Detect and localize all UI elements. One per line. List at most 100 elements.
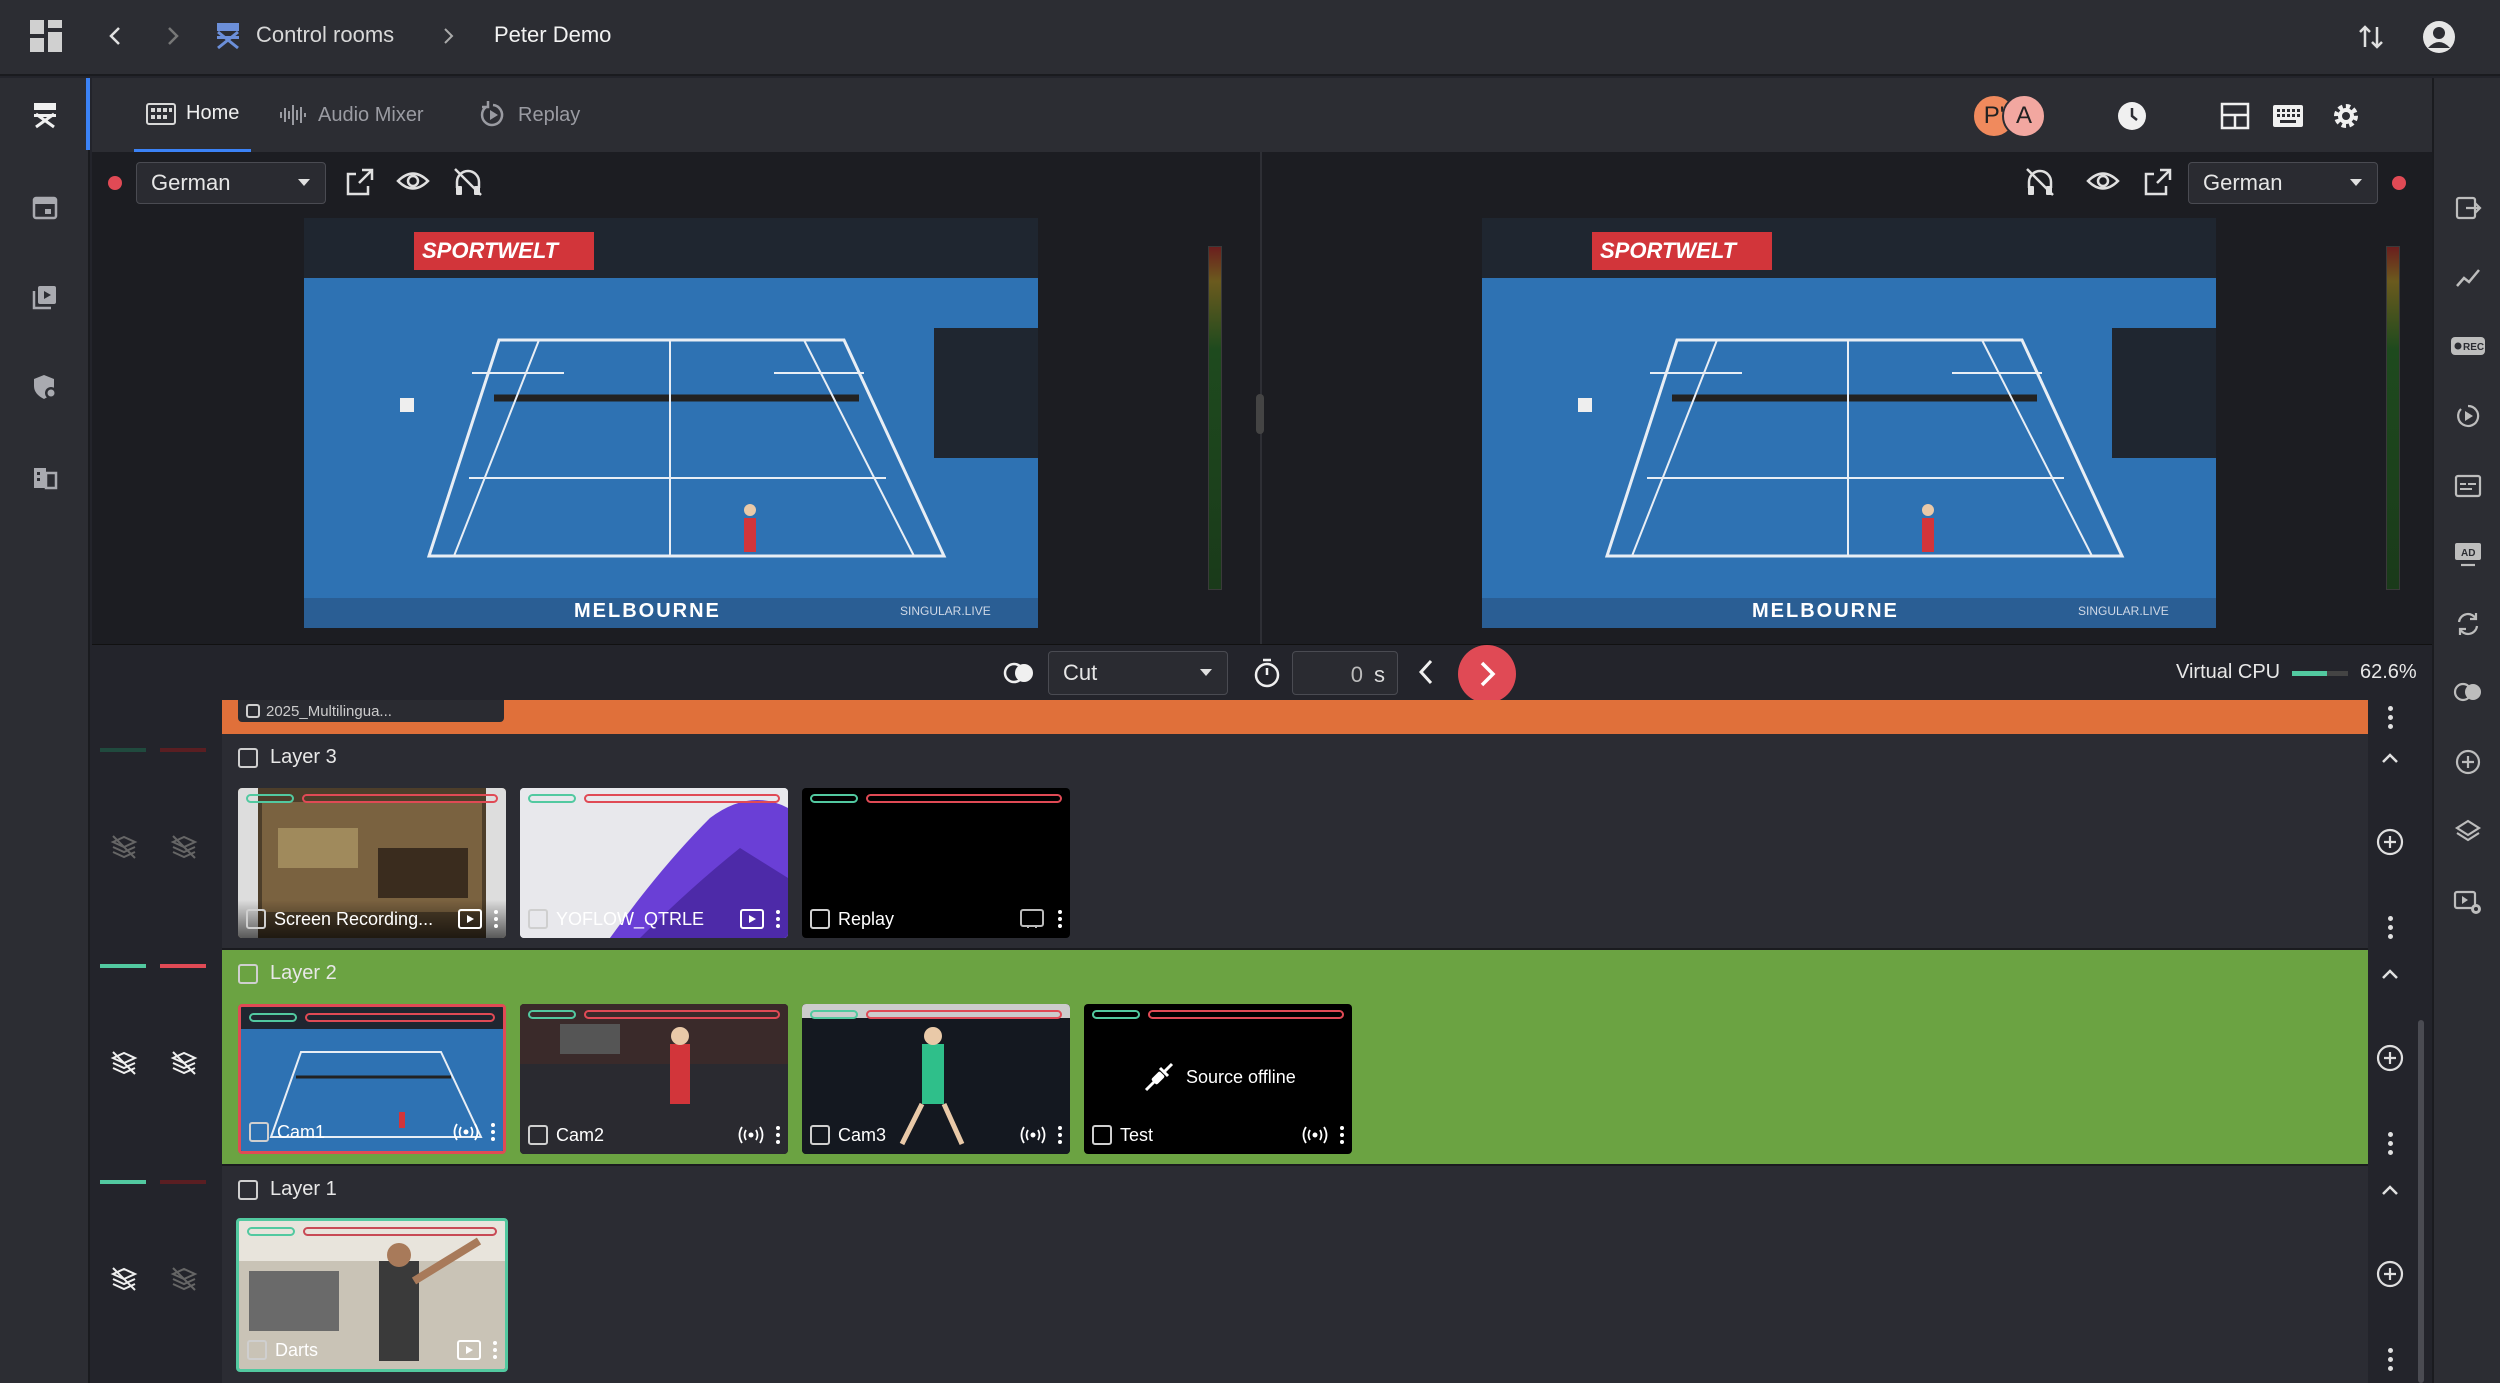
app-logo-icon[interactable] <box>28 18 64 54</box>
tab-audio-mixer[interactable]: Audio Mixer <box>278 78 424 152</box>
sync-icon[interactable] <box>2448 604 2488 644</box>
layer-3-meter-green <box>100 748 146 752</box>
layer-1-preview-mute-icon[interactable] <box>110 1266 138 1292</box>
clock-icon[interactable] <box>2116 100 2148 132</box>
source-card[interactable]: Cam1 <box>238 1004 506 1154</box>
left-language-select[interactable]: German <box>136 162 326 204</box>
layout-icon[interactable] <box>2220 102 2250 130</box>
source-checkbox[interactable] <box>1092 1125 1112 1145</box>
forward-chevron-icon[interactable] <box>160 24 184 48</box>
source-card[interactable]: Screen Recording... <box>238 788 506 938</box>
sort-arrows-icon[interactable] <box>2354 20 2388 54</box>
eye-icon-right[interactable] <box>2086 168 2120 194</box>
captions-icon[interactable] <box>2448 466 2488 506</box>
previous-chevron-icon[interactable] <box>1412 657 1442 687</box>
layer-3-program-mute-icon[interactable] <box>170 834 198 860</box>
analytics-chart-icon[interactable] <box>2448 258 2488 298</box>
source-checkbox[interactable] <box>528 1125 548 1145</box>
tab-home[interactable]: Home <box>134 78 252 152</box>
duration-input[interactable]: 0 s <box>1292 651 1398 695</box>
headphones-mute-icon-right[interactable] <box>2024 166 2056 198</box>
source-card[interactable]: Darts <box>236 1218 508 1372</box>
transition-icon[interactable] <box>2448 672 2488 712</box>
layer-3-name: Layer 3 <box>270 746 337 768</box>
account-icon[interactable] <box>2420 18 2458 56</box>
layer-3-collapse[interactable] <box>2368 740 2412 776</box>
avatar-a[interactable]: A <box>2002 94 2046 138</box>
nav-security-icon[interactable] <box>22 364 68 410</box>
top-layer-source[interactable]: 2025_Multilingua... <box>238 700 504 722</box>
source-card[interactable]: Source offline Test <box>1084 1004 1352 1154</box>
source-menu-icon[interactable] <box>491 1123 495 1141</box>
layer-2-add-source[interactable] <box>2368 1038 2412 1078</box>
layer-1-collapse[interactable] <box>2368 1172 2412 1208</box>
layer-3-preview-mute-icon[interactable] <box>110 834 138 860</box>
source-checkbox[interactable] <box>810 909 830 929</box>
layer-3-add-source[interactable] <box>2368 822 2412 862</box>
source-checkbox[interactable] <box>246 704 260 718</box>
source-checkbox[interactable] <box>528 909 548 929</box>
layer-2-collapse[interactable] <box>2368 956 2412 992</box>
tab-replay[interactable]: Replay <box>478 78 580 152</box>
eye-icon[interactable] <box>396 168 430 194</box>
layers-scrollbar[interactable] <box>2418 1020 2424 1383</box>
output-exit-icon[interactable] <box>2448 188 2488 228</box>
layer-3-checkbox[interactable] <box>238 747 258 768</box>
open-external-icon[interactable] <box>344 166 376 198</box>
source-offline-label: Source offline <box>1186 1066 1296 1087</box>
layer-2-meter-red <box>160 964 206 968</box>
video-settings-icon[interactable] <box>2448 882 2488 922</box>
source-checkbox[interactable] <box>246 909 266 929</box>
layer-3-menu[interactable] <box>2368 912 2412 942</box>
source-checkbox[interactable] <box>810 1125 830 1145</box>
right-language-select[interactable]: German <box>2188 162 2378 204</box>
layers-icon[interactable] <box>2448 812 2488 852</box>
nav-calendar-icon[interactable] <box>22 184 68 230</box>
source-card[interactable]: Cam2 <box>520 1004 788 1154</box>
source-checkbox[interactable] <box>247 1340 267 1360</box>
headphones-mute-icon[interactable] <box>452 166 484 198</box>
settings-gear-icon[interactable] <box>2330 100 2362 132</box>
transition-value: Cut <box>1063 660 1098 685</box>
transition-select[interactable]: Cut <box>1048 651 1228 695</box>
source-menu-icon[interactable] <box>776 910 780 928</box>
record-icon[interactable]: REC <box>2448 326 2488 366</box>
source-card[interactable]: YOFLOW_QTRLE <box>520 788 788 938</box>
open-external-icon-right[interactable] <box>2142 166 2174 198</box>
source-card[interactable]: Replay <box>802 788 1070 938</box>
source-card-footer: YOFLOW_QTRLE <box>520 900 788 938</box>
preview-video[interactable]: MELBOURNE SPORTWELT SINGULAR.LIVE <box>304 218 1038 628</box>
transition-type-icon <box>1002 661 1036 685</box>
layer-1-program-mute-icon[interactable] <box>170 1266 198 1292</box>
source-label: Cam1 <box>277 1121 326 1142</box>
replay-control-icon[interactable] <box>2448 396 2488 436</box>
take-transition-button[interactable] <box>1458 645 1516 703</box>
source-menu-icon[interactable] <box>1340 1126 1344 1144</box>
layer-4-menu[interactable] <box>2368 700 2412 734</box>
keyboard-icon[interactable] <box>2272 104 2304 128</box>
back-chevron-icon[interactable] <box>104 24 128 48</box>
layer-2-menu[interactable] <box>2368 1128 2412 1158</box>
layer-1-name: Layer 1 <box>270 1178 337 1200</box>
layer-2-preview-mute-icon[interactable] <box>110 1050 138 1076</box>
ad-insert-icon[interactable]: AD <box>2448 534 2488 574</box>
layer-1-menu[interactable] <box>2368 1344 2412 1374</box>
program-video[interactable]: MELBOURNE SPORTWELT SINGULAR.LIVE <box>1482 218 2216 628</box>
layer-2-checkbox[interactable] <box>238 963 258 984</box>
split-handle[interactable] <box>1256 394 1264 434</box>
add-circle-icon[interactable] <box>2448 742 2488 782</box>
layer-2-program-mute-icon[interactable] <box>170 1050 198 1076</box>
source-menu-icon[interactable] <box>1058 1126 1062 1144</box>
nav-organization-icon[interactable] <box>22 454 68 500</box>
layer-1-checkbox[interactable] <box>238 1179 258 1200</box>
source-menu-icon[interactable] <box>776 1126 780 1144</box>
layer-1-add-source[interactable] <box>2368 1254 2412 1294</box>
source-menu-icon[interactable] <box>1058 910 1062 928</box>
nav-media-library-icon[interactable] <box>22 274 68 320</box>
source-card[interactable]: Cam3 <box>802 1004 1070 1154</box>
breadcrumb-control-rooms[interactable]: Control rooms <box>256 22 394 48</box>
source-checkbox[interactable] <box>249 1122 269 1142</box>
nav-control-room-icon[interactable] <box>22 92 68 138</box>
source-menu-icon[interactable] <box>494 910 498 928</box>
source-menu-icon[interactable] <box>493 1341 497 1359</box>
